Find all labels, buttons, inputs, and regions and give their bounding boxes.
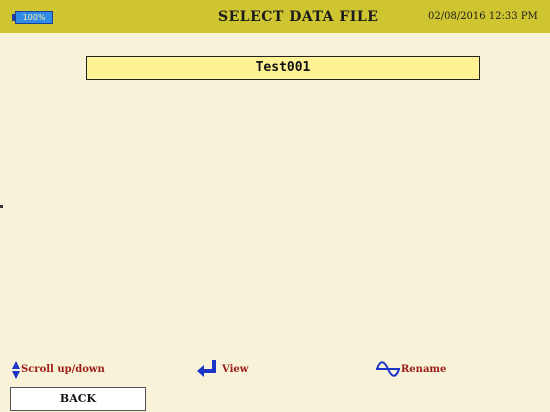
file-list: Test001 [86,56,480,80]
view-hint-label: View [222,364,249,375]
scroll-hint: Scroll up/down [12,358,182,382]
date-time: 02/08/2016 12:33 PM [428,11,538,22]
scroll-hint-label: Scroll up/down [21,364,105,375]
header-bar: 100% SELECT DATA FILE 02/08/2016 12:33 P… [0,0,550,33]
up-down-arrows-icon [12,361,20,379]
rename-hint-label: Rename [401,364,447,375]
page-title: SELECT DATA FILE [218,9,379,25]
back-button[interactable]: BACK [10,387,146,411]
rename-hint: Rename [376,358,496,382]
file-item[interactable]: Test001 [86,56,480,80]
left-edge-mark [0,205,3,208]
device-screen: 100% SELECT DATA FILE 02/08/2016 12:33 P… [0,0,550,412]
view-hint: View [196,358,316,382]
enter-arrow-icon [197,360,216,377]
battery-icon: 100% [12,11,53,24]
battery-level: 100% [15,11,53,24]
sine-wave-icon [376,361,400,377]
